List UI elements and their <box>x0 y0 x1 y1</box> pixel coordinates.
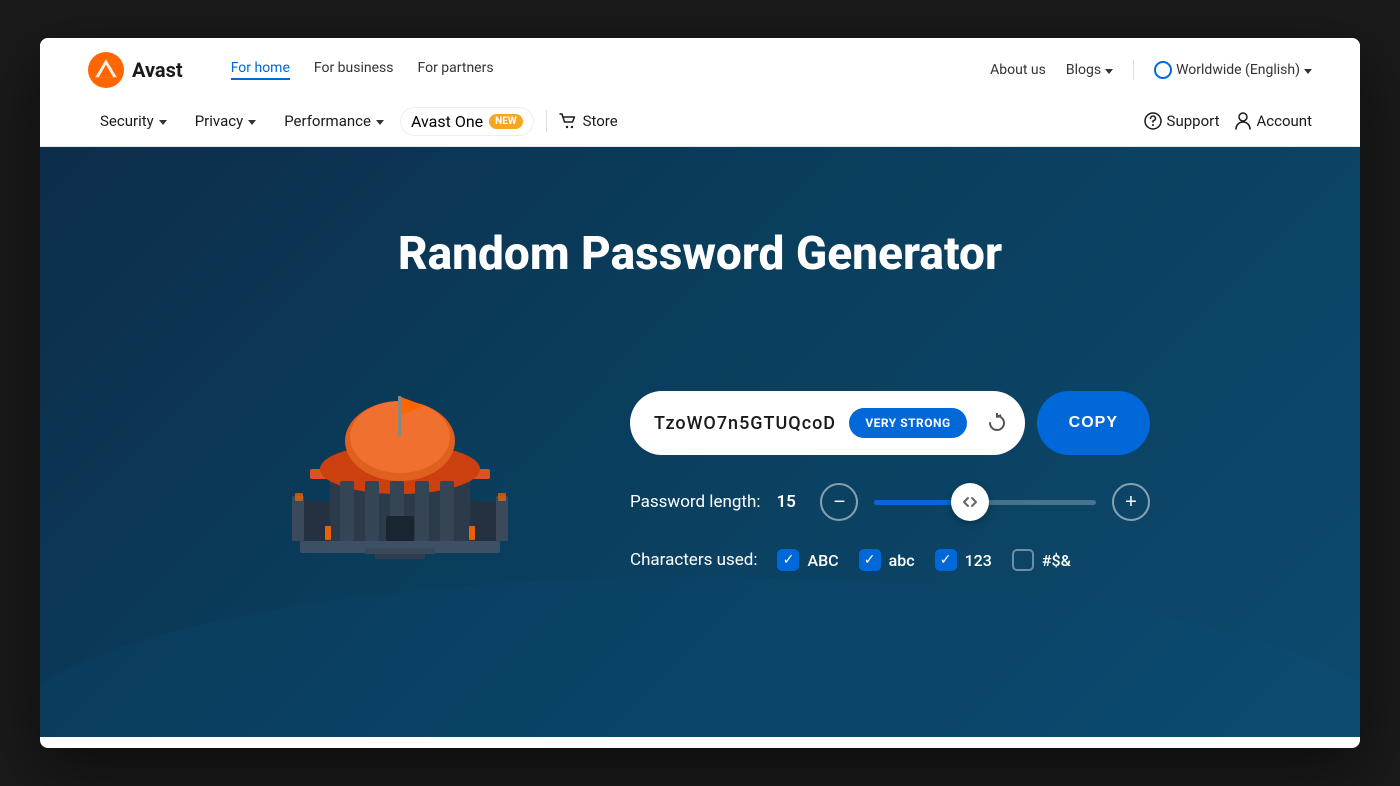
support-link[interactable]: Support <box>1144 112 1220 130</box>
chars-row: Characters used: ✓ ABC ✓ abc <box>630 549 1150 571</box>
char-label-special: #$& <box>1042 551 1071 570</box>
nav-top-links: For home For business For partners <box>231 60 958 80</box>
nav-bottom-right: Support Account <box>1144 112 1312 130</box>
building-illustration <box>250 341 550 621</box>
char-label-abc-lower: abc <box>889 551 915 570</box>
slider-track-wrap[interactable] <box>874 483 1096 521</box>
char-checkbox-abc-upper: ✓ <box>777 549 799 571</box>
nav-for-home[interactable]: For home <box>231 60 290 80</box>
hero-section: Random Password Generator <box>40 147 1360 737</box>
password-generator: TzoWO7n5GTUQcoD VERY STRONG COPY Passwo <box>630 391 1150 571</box>
char-option-special[interactable]: #$& <box>1012 549 1071 571</box>
slider-row: Password length: 15 − <box>630 483 1150 521</box>
blogs-chevron-icon <box>1105 69 1113 74</box>
nav-for-business[interactable]: For business <box>314 60 394 80</box>
char-option-abc-upper[interactable]: ✓ ABC <box>777 549 838 571</box>
privacy-chevron-icon <box>248 120 256 125</box>
cart-icon <box>559 113 577 129</box>
new-badge: NEW <box>489 114 522 129</box>
slider-label: Password length: <box>630 492 760 512</box>
char-checkbox-123: ✓ <box>935 549 957 571</box>
password-value: TzoWO7n5GTUQcoD <box>654 413 839 434</box>
nav-top: Avast For home For business For partners… <box>88 38 1312 96</box>
copy-button[interactable]: COPY <box>1037 391 1150 455</box>
performance-nav[interactable]: Performance <box>272 106 396 136</box>
slider-thumb-icon <box>962 496 978 508</box>
nav-divider <box>1133 60 1134 80</box>
avast-logo-icon <box>88 52 124 88</box>
hero-title: Random Password Generator <box>398 227 1002 281</box>
security-nav[interactable]: Security <box>88 106 179 136</box>
char-checkbox-special <box>1012 549 1034 571</box>
nav-top-right: About us Blogs Worldwide (English) <box>990 60 1312 80</box>
logo-text: Avast <box>132 58 183 82</box>
slider-value: 15 <box>776 492 804 512</box>
strength-badge: VERY STRONG <box>849 408 966 438</box>
browser-window: Avast For home For business For partners… <box>40 38 1360 748</box>
hero-content: TzoWO7n5GTUQcoD VERY STRONG COPY Passwo <box>250 341 1150 621</box>
language-chevron-icon <box>1304 69 1312 74</box>
language-selector[interactable]: Worldwide (English) <box>1154 61 1312 79</box>
navbar: Avast For home For business For partners… <box>40 38 1360 147</box>
privacy-nav[interactable]: Privacy <box>183 106 268 136</box>
account-link[interactable]: Account <box>1235 112 1312 130</box>
nav-for-partners[interactable]: For partners <box>418 60 494 80</box>
nav-vertical-divider <box>546 110 547 132</box>
slider-minus-button[interactable]: − <box>820 483 858 521</box>
logo[interactable]: Avast <box>88 52 183 88</box>
char-option-123[interactable]: ✓ 123 <box>935 549 992 571</box>
about-us-link[interactable]: About us <box>990 62 1046 78</box>
blogs-link[interactable]: Blogs <box>1066 62 1113 78</box>
char-label-abc-upper: ABC <box>807 551 838 570</box>
slider-thumb[interactable] <box>951 483 989 521</box>
password-input-row: TzoWO7n5GTUQcoD VERY STRONG COPY <box>630 391 1150 455</box>
refresh-button[interactable] <box>977 403 1017 443</box>
store-nav[interactable]: Store <box>559 112 618 130</box>
globe-icon <box>1154 61 1172 79</box>
slider-plus-button[interactable]: + <box>1112 483 1150 521</box>
performance-chevron-icon <box>376 120 384 125</box>
chars-label: Characters used: <box>630 550 757 570</box>
char-option-abc-lower[interactable]: ✓ abc <box>859 549 915 571</box>
password-field-wrap: TzoWO7n5GTUQcoD VERY STRONG <box>630 391 1025 455</box>
char-checkbox-abc-lower: ✓ <box>859 549 881 571</box>
support-icon <box>1144 112 1162 130</box>
nav-bottom: Security Privacy Performance Avast One N… <box>88 96 1312 146</box>
char-label-123: 123 <box>965 551 992 570</box>
security-chevron-icon <box>159 120 167 125</box>
building-svg <box>250 341 550 621</box>
account-icon <box>1235 112 1251 130</box>
refresh-icon <box>986 412 1008 434</box>
avast-one-nav[interactable]: Avast One NEW <box>400 107 534 136</box>
